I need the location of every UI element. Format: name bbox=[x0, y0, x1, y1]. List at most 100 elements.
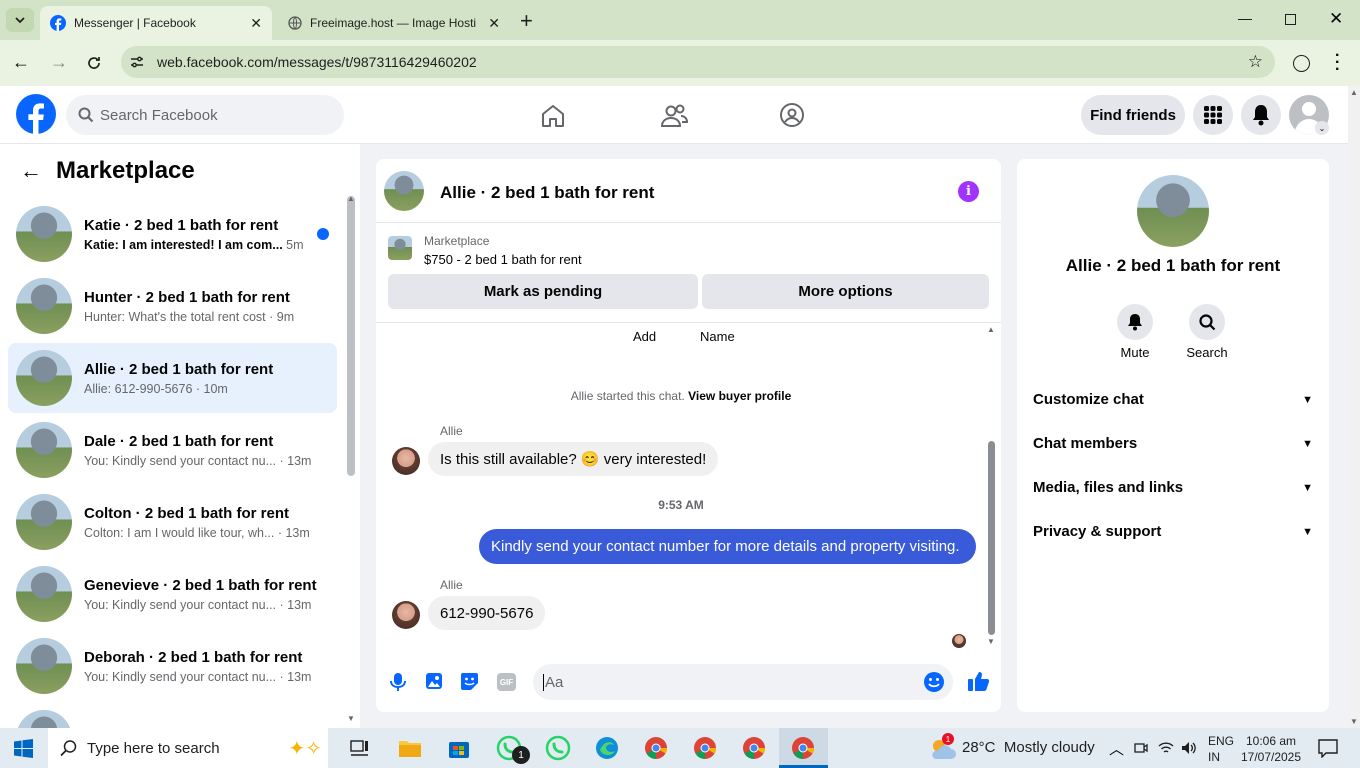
back-arrow-icon[interactable]: ← bbox=[20, 158, 42, 184]
clock[interactable]: 10:06 am 17/07/2025 bbox=[1240, 733, 1302, 765]
gif-icon[interactable]: GIF bbox=[497, 673, 516, 691]
listing-thumbnail bbox=[16, 494, 72, 550]
section-label: Chat members bbox=[1033, 435, 1138, 452]
customize-chat-section[interactable]: Customize chat ▼ bbox=[1033, 391, 1313, 408]
edge-icon[interactable] bbox=[591, 734, 623, 762]
taskbar-search-box[interactable]: Type here to search ✦✧ bbox=[48, 728, 328, 768]
file-explorer-icon[interactable] bbox=[394, 734, 426, 762]
close-window-button[interactable]: ✕ bbox=[1329, 9, 1343, 29]
meet-now-icon[interactable] bbox=[1134, 741, 1148, 755]
listing-thumbnail[interactable] bbox=[388, 236, 412, 260]
chat-scrollbar[interactable] bbox=[988, 441, 995, 635]
site-info-icon[interactable] bbox=[129, 54, 145, 70]
close-tab-icon[interactable]: ✕ bbox=[488, 15, 500, 32]
photo-icon[interactable] bbox=[425, 672, 443, 690]
task-view-icon[interactable] bbox=[344, 734, 376, 762]
media-files-section[interactable]: Media, files and links ▼ bbox=[1033, 479, 1313, 496]
conversation-item[interactable]: Dale · 2 bed 1 bath for rent You: Kindly … bbox=[8, 415, 337, 485]
menu-button[interactable] bbox=[1193, 95, 1233, 135]
conversation-name: Allie · 2 bed 1 bath for rent bbox=[84, 360, 274, 378]
chat-avatar[interactable] bbox=[384, 171, 424, 211]
windows-start-icon[interactable] bbox=[14, 739, 33, 758]
browser-menu-icon[interactable]: · · · bbox=[1335, 48, 1340, 78]
close-tab-icon[interactable]: ✕ bbox=[250, 15, 262, 32]
microsoft-store-icon[interactable] bbox=[443, 734, 475, 762]
scroll-up-arrow-icon[interactable]: ▲ bbox=[1350, 88, 1360, 97]
forward-button[interactable]: → bbox=[50, 52, 68, 73]
privacy-support-section[interactable]: Privacy & support ▼ bbox=[1033, 523, 1313, 540]
groups-icon[interactable] bbox=[779, 102, 805, 128]
scroll-up-arrow-icon[interactable]: ▲ bbox=[987, 325, 995, 334]
mark-as-pending-button[interactable]: Mark as pending bbox=[388, 274, 698, 309]
chrome-icon[interactable] bbox=[689, 734, 721, 762]
wifi-icon[interactable] bbox=[1158, 740, 1174, 756]
sender-avatar[interactable] bbox=[392, 601, 420, 629]
message-input[interactable]: Aa bbox=[533, 664, 953, 700]
thumbs-up-icon[interactable] bbox=[967, 670, 990, 692]
chrome-icon[interactable] bbox=[738, 734, 770, 762]
notifications-button[interactable] bbox=[1241, 95, 1281, 135]
url-text[interactable]: web.facebook.com/messages/t/987311642946… bbox=[157, 54, 477, 70]
info-icon[interactable]: i bbox=[958, 181, 979, 202]
chrome-icon[interactable] bbox=[787, 734, 819, 762]
volume-icon[interactable] bbox=[1181, 740, 1197, 756]
view-buyer-profile-link[interactable]: View buyer profile bbox=[688, 389, 791, 403]
preview-text: Katie: I am interested! I am com... bbox=[84, 237, 283, 252]
tab-freeimage[interactable]: Freeimage.host — Image Hosti ✕ bbox=[278, 6, 510, 40]
message-incoming[interactable]: 612-990-5676 bbox=[428, 596, 546, 630]
page-scrollbar[interactable]: ▲ ▼ bbox=[1348, 86, 1360, 728]
language-indicator[interactable]: ENG IN bbox=[1208, 733, 1234, 765]
chat-members-section[interactable]: Chat members ▼ bbox=[1033, 435, 1313, 452]
show-hidden-icons-icon[interactable]: ︿ bbox=[1109, 738, 1124, 759]
maximize-button[interactable] bbox=[1285, 14, 1296, 25]
preview-separator: · bbox=[276, 669, 288, 684]
conversation-item[interactable]: Deborah · 2 bed 1 bath for rent You: Kind… bbox=[8, 631, 337, 701]
conversation-item[interactable]: Colton · 2 bed 1 bath for rent Colton: I … bbox=[8, 487, 337, 557]
search-facebook[interactable]: Search Facebook bbox=[66, 95, 344, 135]
mute-button[interactable] bbox=[1117, 304, 1153, 340]
weather-text[interactable]: 28°C Mostly cloudy bbox=[962, 739, 1095, 756]
conversation-photo[interactable] bbox=[1137, 175, 1209, 247]
minimize-button[interactable] bbox=[1238, 10, 1252, 20]
search-icon bbox=[1198, 313, 1215, 330]
address-bar[interactable]: web.facebook.com/messages/t/987311642946… bbox=[121, 46, 1275, 78]
sender-avatar[interactable] bbox=[392, 447, 420, 475]
message-outgoing[interactable]: Kindly send your contact number for more… bbox=[479, 529, 976, 564]
conversation-item[interactable]: Genevieve · 2 bed 1 bath for rent You: Ki… bbox=[8, 559, 337, 629]
sticker-icon[interactable] bbox=[460, 672, 479, 691]
message-incoming[interactable]: Is this still available? 😊 very interest… bbox=[428, 442, 719, 476]
find-friends-button[interactable]: Find friends bbox=[1081, 95, 1185, 135]
facebook-favicon-icon bbox=[50, 15, 66, 31]
tab-list-button[interactable] bbox=[6, 8, 34, 32]
search-chat-button[interactable] bbox=[1189, 304, 1225, 340]
profile-icon[interactable] bbox=[1293, 55, 1310, 72]
emoji-icon[interactable] bbox=[923, 671, 945, 693]
whatsapp-icon[interactable] bbox=[542, 734, 574, 762]
scroll-down-arrow-icon[interactable]: ▼ bbox=[347, 714, 355, 723]
add-label[interactable]: Add bbox=[633, 329, 656, 344]
listing-title[interactable]: $750 - 2 bed 1 bath for rent bbox=[424, 252, 582, 267]
facebook-logo-icon[interactable] bbox=[16, 94, 56, 134]
bookmark-star-icon[interactable]: ☆ bbox=[1248, 52, 1263, 72]
chat-title[interactable]: Allie · 2 bed 1 bath for rent bbox=[440, 183, 654, 203]
back-button[interactable]: ← bbox=[12, 52, 30, 73]
account-chevron-icon[interactable]: ⌄ bbox=[1315, 121, 1329, 135]
conversation-item[interactable]: Allie · 2 bed 1 bath for rent Allie: 612-… bbox=[8, 343, 337, 413]
tab-messenger[interactable]: Messenger | Facebook ✕ bbox=[40, 6, 272, 40]
chrome-icon[interactable] bbox=[640, 734, 672, 762]
reload-icon[interactable] bbox=[86, 55, 102, 71]
unread-dot bbox=[317, 228, 329, 240]
scroll-down-arrow-icon[interactable]: ▼ bbox=[1350, 717, 1358, 726]
scroll-up-arrow-icon[interactable]: ▲ bbox=[347, 194, 355, 203]
more-options-button[interactable]: More options bbox=[702, 274, 989, 309]
sidebar-scrollbar[interactable] bbox=[347, 196, 355, 476]
notification-center-icon[interactable] bbox=[1318, 739, 1338, 758]
name-label[interactable]: Name bbox=[700, 329, 735, 344]
conversation-item[interactable]: Katie · 2 bed 1 bath for rent Katie: I am… bbox=[8, 199, 337, 269]
microphone-icon[interactable] bbox=[390, 672, 406, 692]
conversation-item[interactable]: Hunter · 2 bed 1 bath for rent Hunter: Wh… bbox=[8, 271, 337, 341]
friends-icon[interactable] bbox=[660, 103, 688, 129]
scroll-down-arrow-icon[interactable]: ▼ bbox=[987, 637, 995, 646]
new-tab-button[interactable]: + bbox=[520, 8, 533, 34]
home-icon[interactable] bbox=[540, 103, 566, 129]
